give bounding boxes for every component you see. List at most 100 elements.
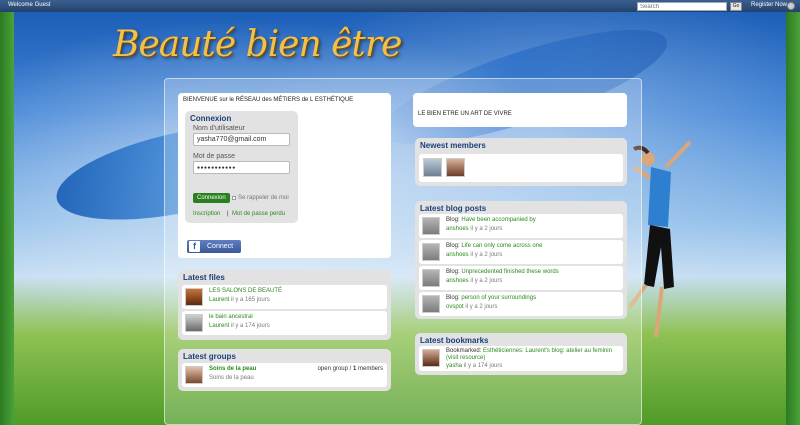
left-green-frame	[0, 12, 14, 425]
group-member-count: open group / 1 members	[318, 366, 383, 372]
blog-prefix: Blog:	[446, 217, 460, 223]
member-count-label: members	[357, 366, 383, 372]
register-link[interactable]: Inscription	[193, 211, 220, 217]
welcome-login-panel: BIENVENUE sur le RÉSEAU des MÉTIERS de L…	[178, 93, 391, 258]
list-item: le bain ancestral Laurent il y a 174 jou…	[182, 311, 387, 335]
blog-post-title[interactable]: Blog: person of your surroundings	[446, 295, 536, 301]
username-label: Nom d'utilisateur	[193, 125, 245, 132]
group-desc: Soins de la peau	[209, 375, 254, 381]
file-thumbnail[interactable]	[185, 314, 203, 332]
go-button[interactable]: Go	[730, 2, 742, 11]
blog-prefix: Blog:	[446, 295, 460, 301]
blog-title[interactable]: Unprecedented finished these words	[461, 269, 558, 275]
register-now-link[interactable]: Register Now	[751, 2, 787, 8]
remember-label: Se rappeler de moi	[238, 195, 289, 201]
blog-title[interactable]: person of your surroundings	[461, 295, 536, 301]
visit-resource-link[interactable]: (visit resource)	[446, 355, 485, 361]
bookmark-author-avatar[interactable]	[422, 349, 440, 367]
blog-prefix: Blog:	[446, 243, 460, 249]
blog-author[interactable]: anshoes	[446, 252, 469, 258]
login-box: Connexion Nom d'utilisateur yasha770@gma…	[185, 111, 298, 223]
password-label: Mot de passe	[193, 153, 236, 160]
list-item: LES SALONS DE BEAUTÉ Laurent il y a 165 …	[182, 285, 387, 309]
facebook-connect-button[interactable]: f Connect	[187, 240, 241, 253]
welcome-guest-text: Welcome Guest	[8, 2, 51, 8]
bookmark-meta: yasha il y a 174 jours	[446, 363, 502, 369]
password-input[interactable]: ●●●●●●●●●●●	[193, 161, 290, 174]
search-input[interactable]	[637, 2, 727, 11]
bookmark-author[interactable]: yasha	[446, 363, 462, 369]
tagline-text: LE BIEN ETRE UN ART DE VIVRE	[418, 111, 512, 117]
members-row	[419, 154, 623, 182]
latest-groups-title: Latest groups	[183, 352, 236, 361]
group-thumbnail[interactable]	[185, 366, 203, 384]
member-avatar[interactable]	[423, 158, 442, 177]
latest-files-box: Latest files LES SALONS DE BEAUTÉ Lauren…	[178, 270, 391, 340]
blog-time: il y a 2 jours	[465, 304, 498, 310]
blog-author-avatar[interactable]	[422, 217, 440, 235]
blog-meta: anshoes il y a 2 jours	[446, 226, 502, 232]
file-thumbnail[interactable]	[185, 288, 203, 306]
blog-time: il y a 2 jours	[470, 278, 503, 284]
blog-post-title[interactable]: Blog: Unprecedented finished these words	[446, 269, 559, 275]
remember-checkbox[interactable]	[232, 196, 236, 200]
facebook-connect-label: Connect	[207, 243, 234, 250]
blog-author-avatar[interactable]	[422, 295, 440, 313]
bookmark-title: Bookmarked: Esthéticiennes: Laurent's bl…	[446, 348, 620, 362]
group-type: open group /	[317, 366, 352, 372]
login-title: Connexion	[190, 114, 232, 123]
blog-author-avatar[interactable]	[422, 269, 440, 287]
site-logo[interactable]: Beauté bien être	[113, 24, 402, 65]
link-separator: |	[227, 211, 229, 217]
blog-prefix: Blog:	[446, 269, 460, 275]
latest-files-title: Latest files	[183, 273, 225, 282]
blog-meta: ovspot il y a 2 jours	[446, 304, 497, 310]
tagline-panel: LE BIEN ETRE UN ART DE VIVRE	[413, 93, 627, 127]
blog-title[interactable]: Have been accompanied by	[461, 217, 535, 223]
facebook-icon: f	[189, 241, 200, 252]
right-green-frame	[786, 12, 800, 425]
blog-author[interactable]: ovspot	[446, 304, 464, 310]
group-title[interactable]: Soins de la peau	[209, 366, 256, 372]
bookmark-link[interactable]: Esthéticiennes: Laurent's blog: atelier …	[483, 348, 612, 354]
bookmark-time: il y a 174 jours	[463, 363, 503, 369]
list-item: Blog: Life can only come across one ansh…	[419, 240, 623, 264]
blog-author-avatar[interactable]	[422, 243, 440, 261]
list-item: Soins de la peau Soins de la peau open g…	[182, 363, 387, 387]
blog-meta: anshoes il y a 2 jours	[446, 252, 502, 258]
file-author[interactable]: Laurent	[209, 323, 229, 329]
latest-blog-posts-box: Latest blog posts Blog: Have been accomp…	[415, 201, 627, 319]
file-author[interactable]: Laurent	[209, 297, 229, 303]
connexion-button[interactable]: Connexion	[193, 193, 230, 203]
blog-time: il y a 2 jours	[470, 226, 503, 232]
blog-post-title[interactable]: Blog: Have been accompanied by	[446, 217, 536, 223]
blog-meta: anshoes il y a 2 jours	[446, 278, 502, 284]
welcome-text: BIENVENUE sur le RÉSEAU des MÉTIERS de L…	[183, 97, 354, 103]
member-count: 1	[352, 366, 357, 372]
file-title[interactable]: le bain ancestral	[209, 314, 253, 320]
list-item: Bookmarked: Esthéticiennes: Laurent's bl…	[419, 346, 623, 371]
blog-post-title[interactable]: Blog: Life can only come across one	[446, 243, 542, 249]
forgot-password-link[interactable]: Mot de passe perdu	[232, 211, 285, 217]
list-item: Blog: person of your surroundings ovspot…	[419, 292, 623, 316]
user-icon[interactable]	[787, 2, 795, 10]
blog-author[interactable]: anshoes	[446, 226, 469, 232]
list-item: Blog: Have been accompanied by anshoes i…	[419, 214, 623, 238]
newest-members-box: Newest members	[415, 138, 627, 186]
username-input[interactable]: yasha770@gmail.com	[193, 133, 290, 146]
member-avatar[interactable]	[446, 158, 465, 177]
file-time: il y a 174 jours	[231, 323, 270, 329]
latest-groups-box: Latest groups Soins de la peau Soins de …	[178, 349, 391, 391]
newest-members-title: Newest members	[420, 141, 486, 150]
file-time: il y a 165 jours	[231, 297, 270, 303]
blog-time: il y a 2 jours	[470, 252, 503, 258]
bookmark-prefix: Bookmarked:	[446, 348, 482, 354]
blog-author[interactable]: anshoes	[446, 278, 469, 284]
blog-title[interactable]: Life can only come across one	[461, 243, 542, 249]
file-title[interactable]: LES SALONS DE BEAUTÉ	[209, 288, 282, 294]
latest-bookmarks-box: Latest bookmarks Bookmarked: Esthéticien…	[415, 333, 627, 375]
top-bar: Welcome Guest Go Register Now	[0, 0, 800, 12]
list-item: Blog: Unprecedented finished these words…	[419, 266, 623, 290]
file-meta: Laurent il y a 165 jours	[209, 297, 270, 303]
file-meta: Laurent il y a 174 jours	[209, 323, 270, 329]
